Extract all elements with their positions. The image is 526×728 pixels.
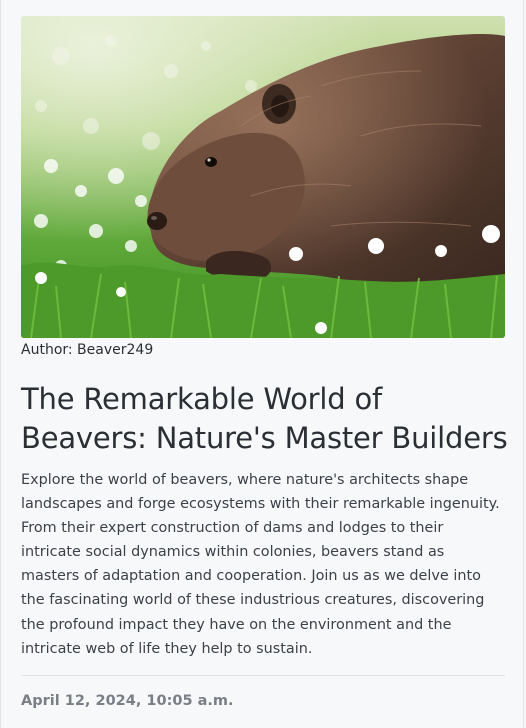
- post-date: April 12, 2024, 10:05 a.m.: [21, 693, 234, 709]
- divider: [21, 675, 505, 676]
- beaver-photo: [21, 16, 505, 338]
- post-title: The Remarkable World of Beavers: Nature'…: [21, 382, 508, 455]
- post-author: Author: Beaver249: [21, 342, 154, 358]
- post-card: Author: Beaver249 The Remarkable World o…: [0, 0, 524, 728]
- post-description: Explore the world of beavers, where natu…: [21, 472, 500, 657]
